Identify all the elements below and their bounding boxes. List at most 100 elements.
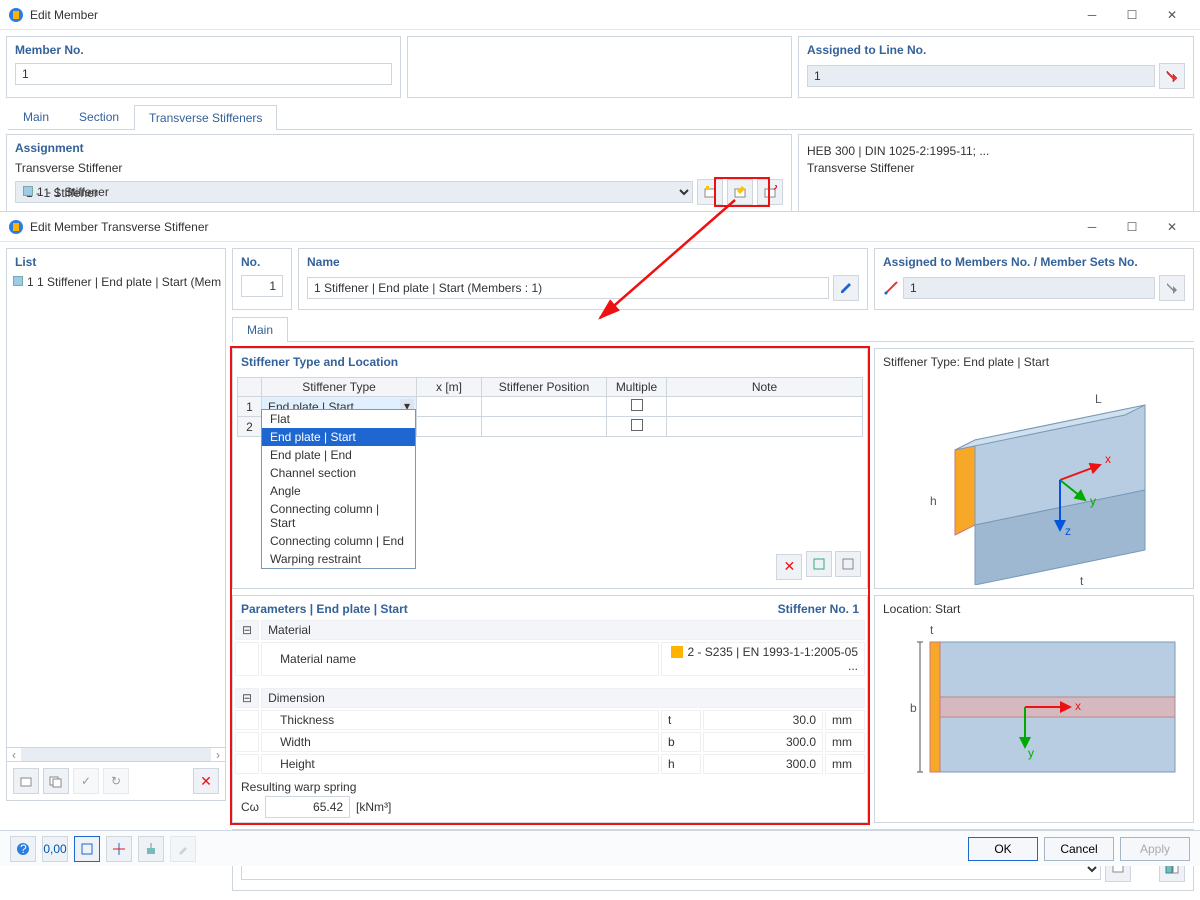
preview-2d-diagram: x y b t xyxy=(875,622,1185,792)
svg-text:h: h xyxy=(930,494,937,508)
parameters-grid[interactable]: ⊟Material Material name2 - S235 | EN 199… xyxy=(233,618,867,776)
section-info-line: HEB 300 | DIN 1025-2:1995-11; ... xyxy=(807,143,1185,160)
app-icon xyxy=(8,7,24,23)
col-x: x [m] xyxy=(417,378,482,397)
edit-name-button[interactable] xyxy=(833,275,859,301)
list-sync-button[interactable]: ↻ xyxy=(103,768,129,794)
name-input[interactable] xyxy=(307,277,829,299)
assignment-header: Assignment xyxy=(7,135,791,159)
outer-tabstrip: Main Section Transverse Stiffeners xyxy=(8,104,1192,130)
thickness-value[interactable]: 30.0 xyxy=(703,710,823,730)
material-name-label: Material name xyxy=(261,642,659,676)
svg-text:b: b xyxy=(1010,584,1017,585)
scroll-left[interactable]: ‹ xyxy=(7,748,21,761)
inner-tabstrip: Main xyxy=(232,316,1194,342)
hscrollbar[interactable] xyxy=(21,748,211,761)
list-delete-button[interactable]: ✕ xyxy=(193,768,219,794)
svg-text:x: x xyxy=(1075,699,1081,713)
app-icon xyxy=(8,219,24,235)
type-dropdown-list[interactable]: Flat End plate | Start End plate | End C… xyxy=(261,409,416,569)
minimize-button[interactable]: ─ xyxy=(1072,213,1112,241)
ok-button[interactable]: OK xyxy=(968,837,1038,861)
assigned-members-panel: Assigned to Members No. / Member Sets No… xyxy=(874,248,1194,310)
grid-delete-button[interactable]: ✕ xyxy=(776,554,802,580)
svg-text:y: y xyxy=(1090,494,1096,508)
svg-text:b: b xyxy=(910,701,917,715)
cancel-button[interactable]: Cancel xyxy=(1044,837,1114,861)
grid-action2-button[interactable] xyxy=(835,551,861,577)
units-button[interactable]: 0,00 xyxy=(42,836,68,862)
width-value[interactable]: 300.0 xyxy=(703,732,823,752)
pick-members-button[interactable] xyxy=(1159,275,1185,301)
apply-button[interactable]: Apply xyxy=(1120,837,1190,861)
opt-end-plate-end[interactable]: End plate | End xyxy=(262,446,415,464)
list-copy-button[interactable] xyxy=(43,768,69,794)
grid-action1-button[interactable] xyxy=(806,551,832,577)
tool-button[interactable] xyxy=(170,836,196,862)
assigned-line-label: Assigned to Line No. xyxy=(799,37,1193,61)
material-swatch xyxy=(671,646,683,658)
tab-main-inner[interactable]: Main xyxy=(232,317,288,342)
material-value[interactable]: 2 - S235 | EN 1993-1-1:2005-05 ... xyxy=(687,645,858,673)
list-item[interactable]: 1 1 Stiffener | End plate | Start (Mem xyxy=(7,273,225,291)
stiffener-select[interactable]: 1 - 1 Stiffener xyxy=(15,181,693,203)
minimize-button[interactable]: ─ xyxy=(1072,1,1112,29)
tab-main[interactable]: Main xyxy=(8,104,64,129)
list-check-button[interactable]: ✓ xyxy=(73,768,99,794)
view3-button[interactable] xyxy=(138,836,164,862)
view2-button[interactable] xyxy=(106,836,132,862)
scroll-right[interactable]: › xyxy=(211,748,225,761)
warp-spring-symbol: Cω xyxy=(241,800,259,814)
multiple-checkbox[interactable] xyxy=(631,399,643,411)
list-header: List xyxy=(7,249,225,273)
opt-channel-section[interactable]: Channel section xyxy=(262,464,415,482)
assigned-line-panel: Assigned to Line No. xyxy=(798,36,1194,98)
help-button[interactable]: ? xyxy=(10,836,36,862)
opt-flat[interactable]: Flat xyxy=(262,410,415,428)
multiple-checkbox[interactable] xyxy=(631,419,643,431)
opt-end-plate-start[interactable]: End plate | Start xyxy=(262,428,415,446)
close-button[interactable]: ✕ xyxy=(1152,213,1192,241)
material-section: Material xyxy=(261,620,865,640)
member-icon xyxy=(883,280,899,296)
assigned-members-input[interactable] xyxy=(903,277,1155,299)
preview-type-label: Stiffener Type: End plate | Start xyxy=(875,349,1193,375)
statusbar: ? 0,00 OK Cancel Apply xyxy=(0,830,1200,866)
opt-connecting-column-start[interactable]: Connecting column | Start xyxy=(262,500,415,532)
collapse-icon[interactable]: ⊟ xyxy=(235,688,259,708)
delete-stiffener-button[interactable]: ✕ xyxy=(757,179,783,205)
opt-warping-restraint[interactable]: Warping restraint xyxy=(262,550,415,568)
assigned-members-label: Assigned to Members No. / Member Sets No… xyxy=(875,249,1193,273)
new-stiffener-button[interactable]: * xyxy=(697,179,723,205)
col-stiffener-type: Stiffener Type xyxy=(262,378,417,397)
height-value[interactable]: 300.0 xyxy=(703,754,823,774)
spacer-panel xyxy=(407,36,792,98)
edit-stiffener-button[interactable] xyxy=(727,179,753,205)
list-new-button[interactable]: * xyxy=(13,768,39,794)
view1-button[interactable] xyxy=(74,836,100,862)
tab-transverse-stiffeners[interactable]: Transverse Stiffeners xyxy=(134,105,277,130)
pick-line-button[interactable] xyxy=(1159,63,1185,89)
type-location-panel: Stiffener Type and Location Stiffener Ty… xyxy=(232,348,868,589)
svg-text:✕: ✕ xyxy=(772,185,777,194)
no-input[interactable] xyxy=(241,275,283,297)
preview-location-label: Location: Start xyxy=(875,596,1193,622)
maximize-button[interactable]: ☐ xyxy=(1112,1,1152,29)
svg-text:L: L xyxy=(1095,392,1102,406)
name-panel: Name xyxy=(298,248,868,310)
name-label: Name xyxy=(299,249,867,273)
warp-spring-value xyxy=(265,796,350,818)
member-no-label: Member No. xyxy=(7,37,400,61)
preview-2d-panel: Location: Start x y b t xyxy=(874,595,1194,823)
stiffener-info-line: Transverse Stiffener xyxy=(807,160,1185,177)
opt-angle[interactable]: Angle xyxy=(262,482,415,500)
inner-titlebar: Edit Member Transverse Stiffener ─ ☐ ✕ xyxy=(0,212,1200,242)
member-no-input[interactable] xyxy=(15,63,392,85)
tab-section[interactable]: Section xyxy=(64,104,134,129)
opt-connecting-column-end[interactable]: Connecting column | End xyxy=(262,532,415,550)
collapse-icon[interactable]: ⊟ xyxy=(235,620,259,640)
assigned-line-input[interactable] xyxy=(807,65,1155,87)
close-button[interactable]: ✕ xyxy=(1152,1,1192,29)
svg-text:t: t xyxy=(1080,574,1084,585)
maximize-button[interactable]: ☐ xyxy=(1112,213,1152,241)
